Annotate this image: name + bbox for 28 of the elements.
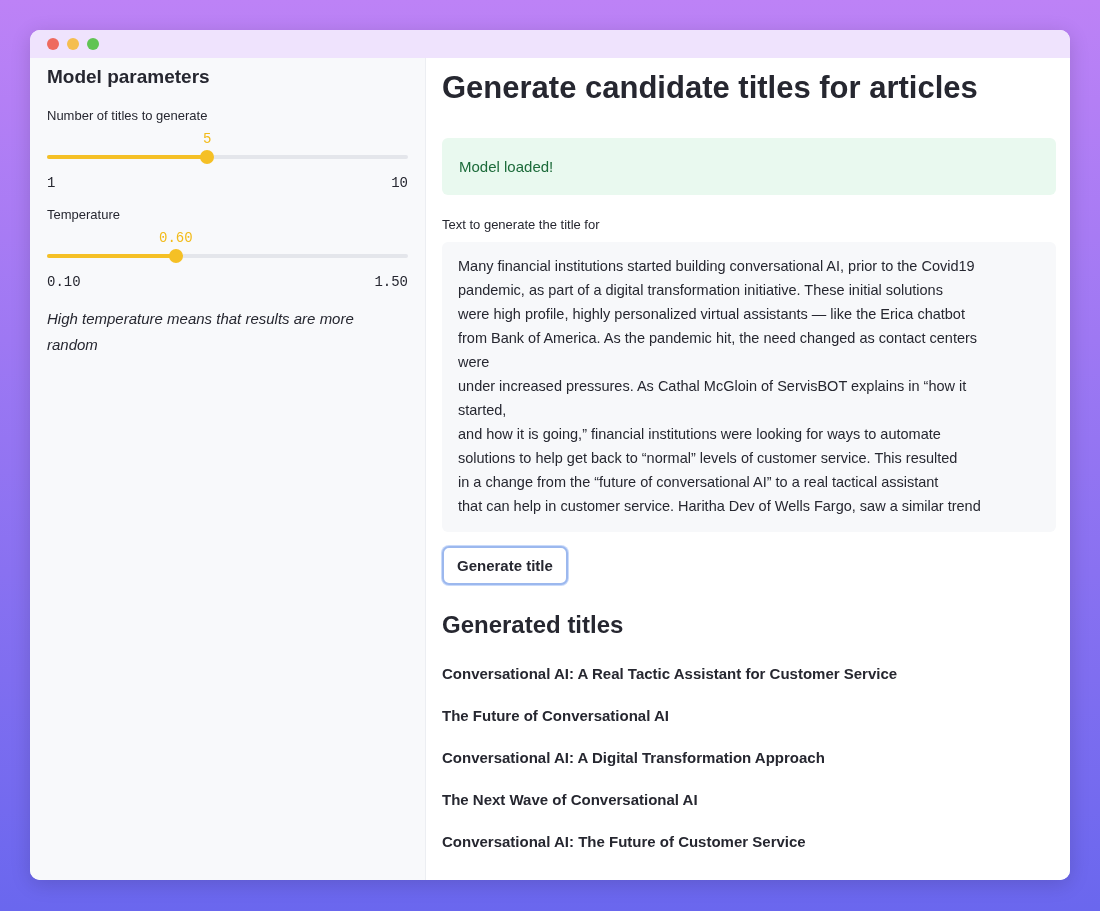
slider-value: 0.60: [159, 230, 193, 246]
help-note: High temperature means that results are more random: [47, 309, 355, 355]
window-control-icon[interactable]: [67, 38, 79, 50]
generated-title: The Future of Conversational AI: [442, 706, 669, 726]
window-control-icon[interactable]: [47, 38, 59, 50]
generate-button[interactable]: Generate title: [442, 546, 568, 585]
field-label: Text to generate the title for: [442, 217, 600, 232]
slider-thumb[interactable]: [200, 150, 215, 164]
generated-title: The Next Wave of Conversational AI: [442, 790, 698, 810]
slider-label: Number of titles to generate: [47, 108, 208, 123]
slider[interactable]: [47, 249, 408, 263]
slider-min-label: 1: [47, 175, 56, 191]
status-alert: Model loaded!: [442, 138, 1056, 195]
slider-value: 5: [203, 131, 212, 147]
slider-thumb[interactable]: [168, 249, 183, 263]
window-control-icon[interactable]: [87, 38, 99, 50]
generated-title: Conversational AI: The Future of Customer Service: [442, 832, 806, 852]
slider-min-label: 0.10: [47, 274, 81, 290]
section-heading: Generated titles: [442, 611, 624, 639]
slider-max-label: 1.50: [374, 274, 408, 290]
slider-label: Temperature: [47, 207, 120, 222]
slider[interactable]: [47, 150, 408, 164]
slider-max-label: 10: [391, 175, 408, 191]
generated-title: Conversational AI: A Digital Transformation Approach: [442, 748, 825, 768]
sidebar-title: Model parameters: [47, 66, 210, 88]
text-input-field[interactable]: Many financial institutions started building conversational AI, prior to the Covid19 pandemic, as part of a digital transformation initiative. These initial solutions were high profile, highly personalized virtual assistants — like the Erica chatbot from Bank of America. As the pandemic hit, the need changed as contact centers were under increased pressures. As Cathal McGloin of ServisBOT explains in “how it started, and how it is going,” financial institutions were looking for ways to automate solutions to help get back to “normal” levels of customer service. This resulted in a change from the “future of conversational AI” to a real tactical assistant that can help in customer service. Haritha Dev of Wells Fargo, saw a similar trend: [442, 242, 1056, 532]
generated-title: Conversational AI: A Real Tactic Assistant for Customer Service: [442, 664, 898, 684]
page-title: Generate candidate titles for articles: [442, 69, 978, 107]
